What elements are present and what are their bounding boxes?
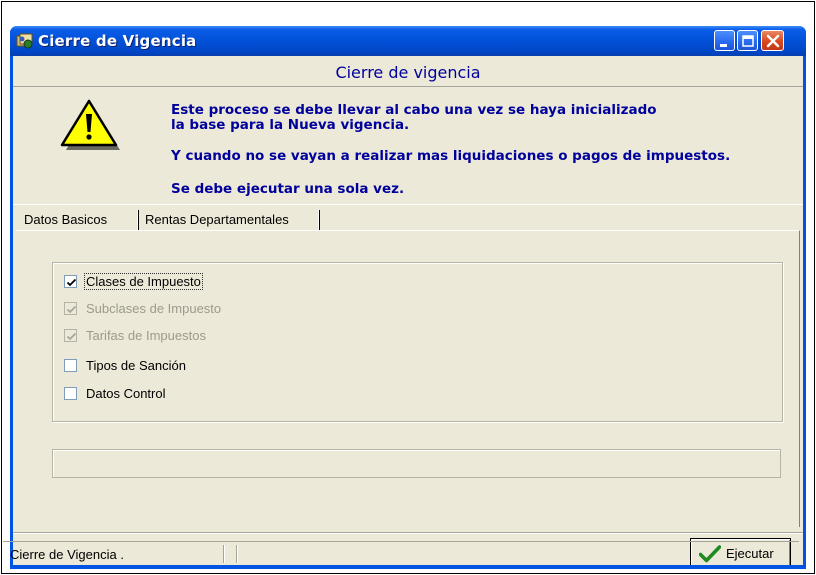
tab-datos-basicos[interactable]: Datos Basicos <box>24 209 107 231</box>
checkbox[interactable] <box>64 275 77 288</box>
close-button[interactable] <box>761 30 784 51</box>
dialog-window: Cierre de Vigencia Cierre de vigencia Es… <box>10 26 806 569</box>
window-bottom-border <box>10 565 806 569</box>
checkbox-label: Clases de Impuesto <box>84 273 203 290</box>
info-message-line: Este proceso se debe llevar al cabo una … <box>171 102 657 118</box>
app-icon <box>16 32 34 50</box>
window-title: Cierre de Vigencia <box>38 32 197 50</box>
info-message-line: Se debe ejecutar una sola vez. <box>171 181 405 197</box>
checkbox-label: Tarifas de Impuestos <box>86 328 206 343</box>
maximize-button[interactable] <box>737 30 758 51</box>
dialog-header: Cierre de vigencia <box>13 56 803 87</box>
dialog-heading: Cierre de vigencia <box>335 63 481 82</box>
title-bar[interactable]: Cierre de Vigencia <box>10 26 806 56</box>
checkbox[interactable] <box>64 359 77 372</box>
checkbox-label: Subclases de Impuesto <box>86 301 222 316</box>
progress-bar <box>52 449 781 478</box>
tab-strip-divider <box>13 204 803 205</box>
tab-separator <box>137 210 139 230</box>
checkbox[interactable] <box>64 387 77 400</box>
statusbar-panel <box>236 545 797 563</box>
tab-separator <box>318 210 320 230</box>
status-text: Cierre de Vigencia . <box>10 547 124 562</box>
statusbar-divider <box>3 541 799 542</box>
checkbox <box>64 302 77 315</box>
checkbox <box>64 329 77 342</box>
tab-rentas-departamentales[interactable]: Rentas Departamentales <box>145 209 289 231</box>
checkbox-label: Datos Control <box>86 386 166 401</box>
divider <box>13 532 803 534</box>
dialog-client-area: Cierre de vigencia Este proceso se debe … <box>13 56 803 568</box>
checkbox-label: Tipos de Sanción <box>86 358 186 373</box>
minimize-button[interactable] <box>714 30 735 51</box>
info-message-line: Y cuando no se vayan a realizar mas liqu… <box>171 148 731 164</box>
info-message-line: la base para la Nueva vigencia. <box>171 117 410 133</box>
statusbar-panel: Cierre de Vigencia . <box>10 545 224 563</box>
warning-icon <box>60 99 120 150</box>
